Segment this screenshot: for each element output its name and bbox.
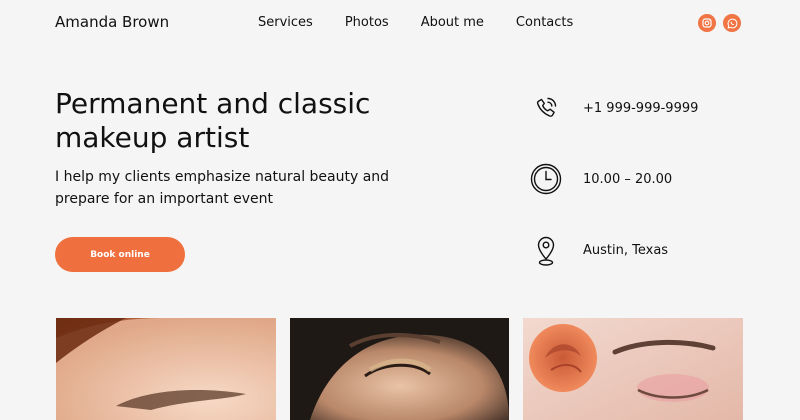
location-info: Austin, Texas [530, 233, 770, 267]
eye-makeup-closeup-photo[interactable] [290, 318, 510, 420]
rose-and-face-photo[interactable] [523, 318, 743, 420]
nav-services[interactable]: Services [258, 15, 313, 30]
social-links [698, 14, 741, 32]
nav-photos[interactable]: Photos [345, 15, 389, 30]
clock-icon [530, 163, 562, 195]
phone-info: +1 999-999-9999 [530, 91, 770, 125]
location-pin-icon [530, 234, 562, 266]
brand-name[interactable]: Amanda Brown [55, 13, 169, 31]
hero-subtitle: I help my clients emphasize natural beau… [55, 166, 395, 210]
nav-about-me[interactable]: About me [421, 15, 484, 30]
book-online-button[interactable]: Book online [55, 237, 185, 272]
hero-title: Permanent and classic makeup artist [55, 87, 435, 155]
hero-title-line-2: makeup artist [55, 121, 250, 154]
eyebrow-closeup-photo[interactable] [56, 318, 276, 420]
location-text: Austin, Texas [583, 242, 669, 258]
hours-info: 10.00 – 20.00 [530, 162, 770, 196]
main-nav: Services Photos About me Contacts [258, 15, 573, 30]
phone-icon [530, 92, 562, 124]
hero-subtitle-line-1: I help my clients emphasize natural beau… [55, 169, 390, 185]
nav-contacts[interactable]: Contacts [516, 15, 573, 30]
hero-subtitle-line-2: prepare for an important event [55, 191, 274, 207]
instagram-icon[interactable] [698, 14, 716, 32]
working-hours: 10.00 – 20.00 [583, 171, 673, 187]
hero-title-line-1: Permanent and classic [55, 87, 371, 120]
site-header: Amanda Brown Services Photos About me Co… [0, 0, 800, 46]
phone-number[interactable]: +1 999-999-9999 [583, 101, 698, 116]
whatsapp-icon[interactable] [723, 14, 741, 32]
